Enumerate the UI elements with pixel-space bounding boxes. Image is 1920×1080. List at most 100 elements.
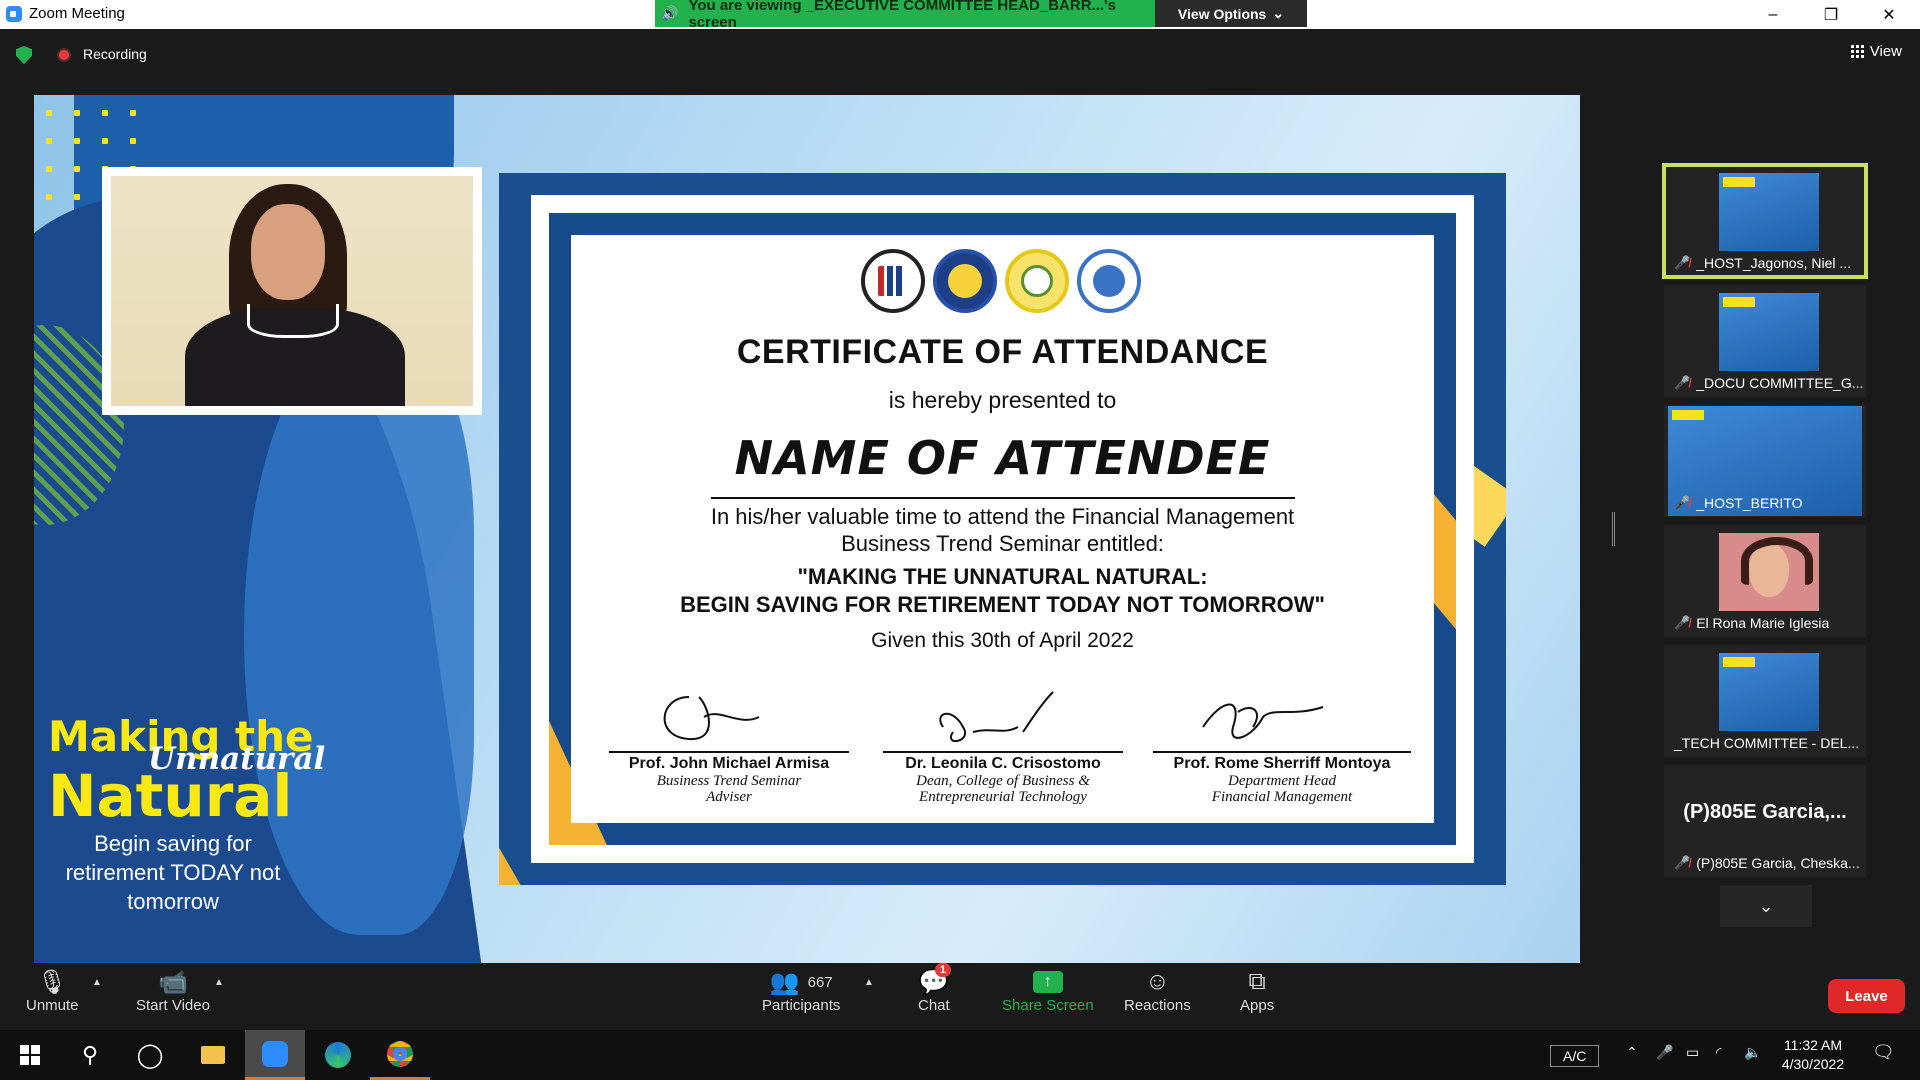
college-seal-icon (933, 249, 997, 313)
participants-label: Participants (762, 997, 841, 1014)
mic-muted-icon: 🎤̸ (1674, 255, 1691, 270)
reactions-icon: ☺ (1145, 968, 1170, 995)
signatory-name: Prof. Rome Sherriff Montoya (1173, 755, 1391, 772)
start-video-label: Start Video (136, 997, 210, 1014)
cortana-icon: ◯ (136, 1041, 164, 1069)
share-screen-button[interactable]: ↑ Share Screen (1002, 967, 1094, 1014)
participant-name: _DOCU COMMITTEE_G... (1696, 375, 1864, 391)
zoom-logo-icon (6, 5, 22, 22)
signatory-3: Prof. Rome Sherriff Montoya Department H… (1153, 685, 1411, 805)
participants-options-caret-icon[interactable]: ▲ (864, 977, 874, 988)
panel-splitter[interactable] (1612, 512, 1615, 546)
participant-tile[interactable]: 🎤̸ _HOST_Jagonos, Niel ... (1662, 163, 1868, 279)
app-title: Zoom Meeting (6, 5, 125, 22)
video-options-caret-icon[interactable]: ▲ (214, 977, 224, 988)
close-button[interactable]: ✕ (1860, 0, 1918, 29)
share-screen-icon: ↑ (1032, 971, 1063, 993)
participant-tile[interactable]: _TECH COMMITTEE - DEL... (1664, 645, 1866, 757)
participant-name: (P)805E Garcia, Cheska... (1696, 855, 1860, 871)
apps-icon: ⧉ (1248, 968, 1266, 995)
seal-row (861, 249, 1141, 313)
clock[interactable]: 11:32 AM 4/30/2022 (1776, 1036, 1850, 1074)
participant-name: _TECH COMMITTEE - DEL... (1674, 735, 1860, 751)
reactions-button[interactable]: ☺ Reactions (1124, 967, 1191, 1014)
leave-button[interactable]: Leave (1828, 979, 1905, 1013)
battery-icon[interactable]: ▭ (1686, 1044, 1699, 1061)
clock-date: 4/30/2022 (1781, 1056, 1845, 1072)
participant-video (1719, 173, 1819, 251)
speaker-video (102, 167, 482, 415)
signature-image (609, 685, 849, 751)
participant-video (1719, 293, 1819, 371)
participant-video (1719, 653, 1819, 731)
participant-tile[interactable]: 🎤̸ _DOCU COMMITTEE_G... (1664, 285, 1866, 397)
gallery-next-button[interactable]: ⌄ (1720, 885, 1812, 927)
certificate: CERTIFICATE OF ATTENDANCE is hereby pres… (499, 173, 1506, 885)
clock-time: 11:32 AM (1783, 1037, 1843, 1053)
view-options-button[interactable]: View Options ⌄ (1155, 0, 1307, 27)
participant-name: El Rona Marie Iglesia (1696, 615, 1830, 631)
apps-button[interactable]: ⧉ Apps (1240, 967, 1274, 1014)
speaker-icon: 🔊 (661, 5, 679, 21)
certificate-body: In his/her valuable time to attend the F… (571, 503, 1434, 557)
view-label: View (1869, 43, 1902, 60)
slogan-subtitle: Begin saving for retirement TODAY not to… (65, 831, 281, 914)
audio-options-caret-icon[interactable]: ▲ (92, 977, 102, 988)
notification-icon[interactable]: 🗨 (1872, 1042, 1895, 1063)
security-shield-icon[interactable] (16, 46, 32, 64)
close-icon: ✕ (1882, 6, 1896, 24)
microphone-tray-icon[interactable]: 🎤 (1656, 1044, 1673, 1061)
microphone-muted-icon: 🎙 (37, 968, 68, 996)
volume-icon[interactable]: 🔈 (1744, 1044, 1761, 1061)
participant-tile[interactable]: 🎤̸ El Rona Marie Iglesia (1664, 525, 1866, 637)
window-title: Zoom Meeting (29, 5, 125, 22)
maximize-button[interactable]: ❐ (1802, 0, 1860, 29)
speaker-face (251, 204, 325, 300)
department-seal-icon (1077, 249, 1141, 313)
chrome-taskbar-button[interactable] (370, 1030, 430, 1080)
recording-icon (57, 48, 71, 62)
os-taskbar: ⚲ ◯ A/C ⌃ 🎤 ▭ ◜ 🔈 11:32 AM 4/30/2022 🗨 (0, 1030, 1920, 1080)
signatory-role: Dean, College of Business & (916, 773, 1090, 789)
signatory-role: Financial Management (1211, 789, 1353, 805)
unmute-button[interactable]: 🎙 Unmute (26, 967, 79, 1015)
reactions-label: Reactions (1124, 997, 1191, 1014)
seminar-line: "MAKING THE UNNATURAL NATURAL: (797, 564, 1208, 589)
chat-button[interactable]: 💬 1 Chat (918, 963, 952, 1014)
tray-overflow-icon[interactable]: ⌃ (1626, 1044, 1638, 1061)
search-button[interactable]: ⚲ (60, 1030, 120, 1080)
certificate-title: CERTIFICATE OF ATTENDANCE (736, 333, 1269, 371)
input-method-indicator[interactable]: A/C (1550, 1045, 1600, 1067)
participants-count: 667 (807, 973, 833, 991)
title-bar: Zoom Meeting 🔊 You are viewing _EXECUTIV… (0, 0, 1920, 31)
minimize-button[interactable]: – (1744, 0, 1802, 29)
participant-tile[interactable]: (P)805E Garcia,... 🎤̸ (P)805E Garcia, Che… (1664, 765, 1866, 877)
view-options-label: View Options (1177, 5, 1267, 22)
edge-icon (325, 1042, 351, 1068)
start-video-button[interactable]: 📹 Start Video (136, 967, 210, 1015)
task-view-button[interactable]: ◯ (120, 1030, 180, 1080)
unmute-label: Unmute (26, 997, 79, 1014)
participant-tile[interactable]: 🎤̸ _HOST_BERITO (1664, 405, 1866, 517)
wifi-icon[interactable]: ◜ (1716, 1044, 1721, 1061)
view-button[interactable]: View (1850, 43, 1902, 60)
maximize-icon: ❐ (1823, 6, 1839, 24)
shared-screen[interactable]: Making the Unnatural Natural Begin savin… (34, 95, 1580, 963)
windows-logo-icon (20, 1045, 40, 1065)
zoom-taskbar-button[interactable] (245, 1030, 305, 1080)
participants-button[interactable]: 👥 667 Participants (762, 967, 841, 1015)
start-button[interactable] (0, 1030, 60, 1080)
signatory-1: Prof. John Michael Armisa Business Trend… (609, 685, 849, 805)
org-seal-icon (861, 249, 925, 313)
mic-muted-icon: 🎤̸ (1674, 495, 1691, 510)
signatory-role: Business Trend Seminar (656, 773, 802, 789)
signature-line (883, 751, 1123, 753)
minimize-icon: – (1768, 5, 1778, 23)
video-off-icon: 📹 (158, 968, 188, 996)
share-icon-wrap: ↑ (1032, 967, 1063, 997)
certificate-presented: is hereby presented to (888, 387, 1117, 413)
share-screen-label: Share Screen (1002, 997, 1094, 1014)
file-explorer-button[interactable] (183, 1030, 243, 1080)
signatory-role: Adviser (706, 789, 752, 805)
edge-taskbar-button[interactable] (308, 1030, 368, 1080)
